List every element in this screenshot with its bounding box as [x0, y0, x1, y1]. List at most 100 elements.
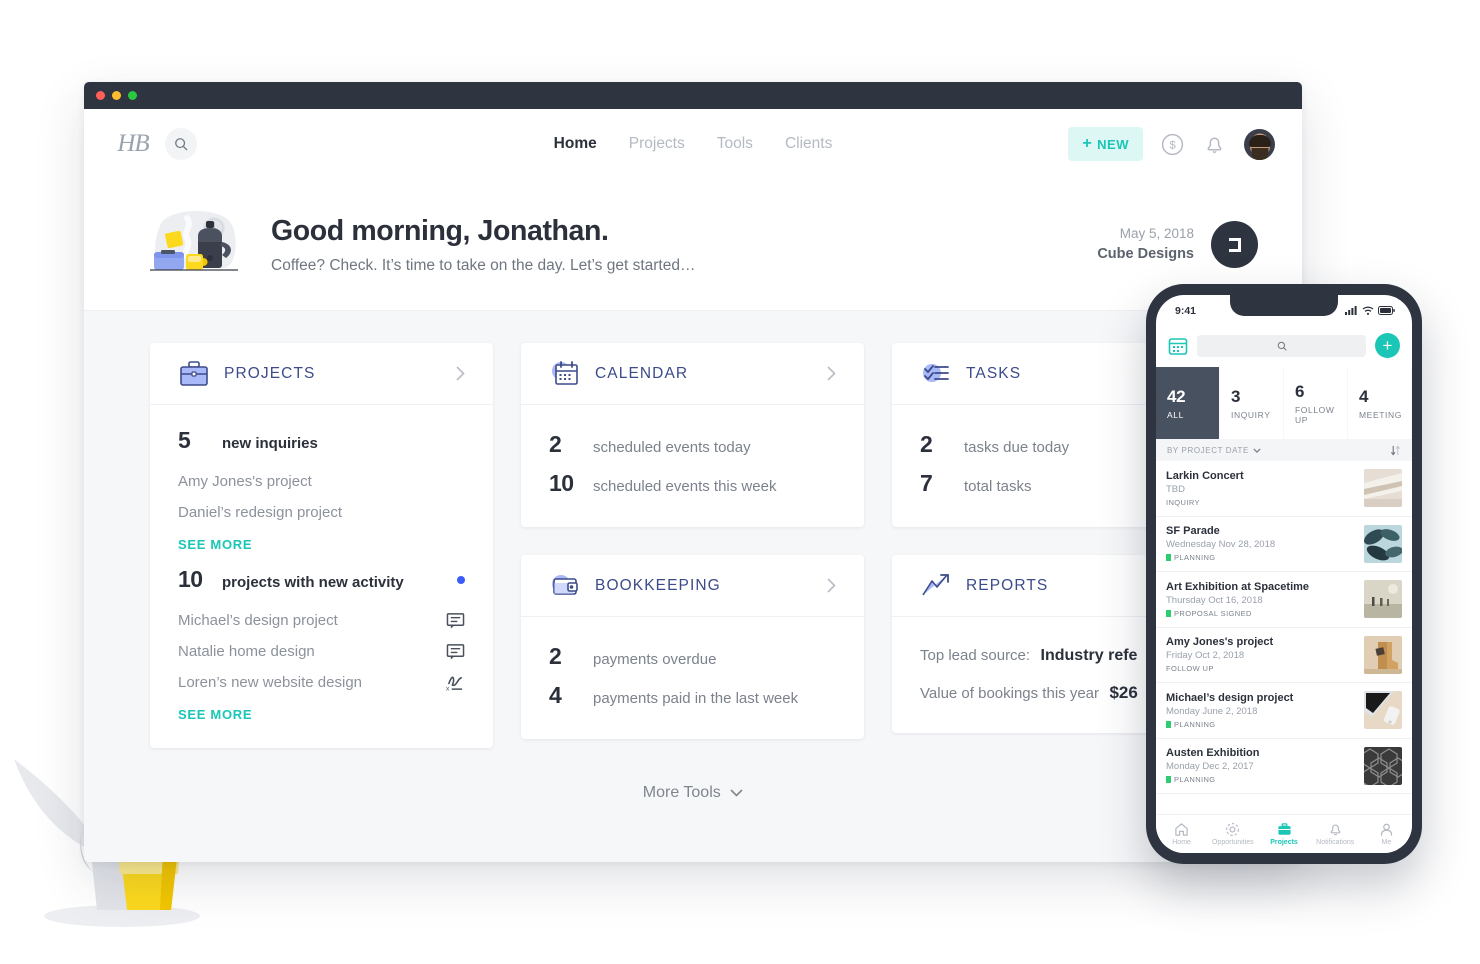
- status-flag-icon: [1166, 776, 1171, 784]
- see-more-inquiries[interactable]: SEE MORE: [178, 528, 465, 552]
- minimize-button[interactable]: [112, 91, 121, 100]
- nav-link-projects[interactable]: Projects: [629, 135, 685, 153]
- search-button[interactable]: [165, 128, 197, 160]
- status-flag-icon: [1166, 609, 1171, 617]
- filter-tab-inquiry[interactable]: 3 INQUIRY: [1220, 367, 1283, 439]
- status-time: 9:41: [1175, 304, 1197, 317]
- phone-sort-bar[interactable]: BY PROJECT DATE: [1156, 439, 1412, 461]
- comment-icon[interactable]: [446, 643, 465, 660]
- greeting-text: Good morning, Jonathan. Coffee? Check. I…: [271, 215, 695, 275]
- cube-designs-logo: [1228, 237, 1241, 252]
- chevron-right-icon[interactable]: [827, 578, 836, 593]
- project-thumbnail: [1364, 469, 1402, 508]
- card-projects-header[interactable]: PROJECTS: [150, 343, 493, 405]
- new-activity-label: projects with new activity: [222, 574, 404, 591]
- nav-link-home[interactable]: Home: [554, 135, 597, 153]
- project-thumbnail: [1364, 580, 1402, 619]
- list-item[interactable]: Amy Jones's project Friday Oct 2, 2018 F…: [1156, 628, 1412, 683]
- stat-events-today: 2 scheduled events today: [549, 431, 836, 458]
- list-item[interactable]: Loren’s new website design x: [178, 667, 465, 698]
- bookings-value: $26: [1109, 683, 1138, 702]
- company-logo-badge[interactable]: [1211, 221, 1258, 268]
- tab-me[interactable]: Me: [1361, 815, 1412, 853]
- phone-project-list[interactable]: Larkin Concert TBD INQUIRY SF Parade Wed…: [1156, 461, 1412, 814]
- tasks-due-count: 2: [920, 431, 933, 457]
- gallery-thumb: [1364, 580, 1402, 619]
- maximize-button[interactable]: [128, 91, 137, 100]
- signal-icon: [1345, 306, 1357, 315]
- phone-thumb: [1364, 691, 1402, 730]
- chart-arrow-icon: [922, 573, 949, 595]
- filter-tab-meeting[interactable]: 4 MEETING: [1348, 367, 1411, 439]
- project-name: Amy Jones's project: [1166, 636, 1274, 649]
- brand-logo[interactable]: HB: [111, 129, 155, 159]
- sort-label: BY PROJECT DATE: [1167, 445, 1249, 455]
- project-date: Monday June 2, 2018: [1166, 705, 1258, 717]
- filter-label: MEETING: [1359, 409, 1402, 420]
- calendar-icon[interactable]: [1168, 336, 1188, 356]
- project-status: INQUIRY: [1166, 497, 1200, 507]
- tab-notifications[interactable]: Notifications: [1310, 815, 1361, 853]
- project-status: FOLLOW UP: [1166, 664, 1214, 674]
- phone-mockup: 9:41 + 42 ALL 3 INQUIRY 6 FOLLOW UP 4 ME…: [1146, 284, 1422, 864]
- filter-tab-follow-up[interactable]: 6 FOLLOW UP: [1284, 367, 1347, 439]
- project-date: TBD: [1166, 483, 1185, 495]
- phone-notch: [1230, 295, 1338, 316]
- payments-overdue-label: payments overdue: [593, 651, 717, 668]
- phone-search-input[interactable]: [1197, 334, 1366, 357]
- new-activity-count: 10: [178, 566, 203, 592]
- new-button[interactable]: + NEW: [1068, 127, 1143, 161]
- see-more-activity[interactable]: SEE MORE: [178, 698, 465, 722]
- tasks-due-label: tasks due today: [964, 439, 1070, 456]
- chevron-right-icon[interactable]: [456, 366, 465, 381]
- tab-projects[interactable]: Projects: [1258, 815, 1309, 853]
- comment-icon[interactable]: [446, 612, 465, 629]
- list-item[interactable]: Amy Jones's project: [178, 466, 465, 497]
- events-today-label: scheduled events today: [593, 439, 751, 456]
- plus-icon: +: [1382, 336, 1393, 355]
- signature-icon[interactable]: x: [446, 674, 465, 691]
- project-date: Monday Dec 2, 2017: [1166, 761, 1254, 773]
- card-calendar-title: CALENDAR: [595, 364, 689, 382]
- filter-tab-all[interactable]: 42 ALL: [1156, 367, 1219, 439]
- more-tools-label: More Tools: [642, 784, 721, 801]
- sort-arrows-icon[interactable]: [1390, 444, 1401, 456]
- boots-thumb: [1364, 635, 1402, 674]
- list-item[interactable]: Michael’s design project: [178, 605, 465, 636]
- chevron-right-icon[interactable]: [827, 366, 836, 381]
- avatar[interactable]: [1244, 128, 1275, 160]
- coffee-breakfast-illustration: [150, 210, 238, 271]
- tab-home[interactable]: Home: [1156, 815, 1207, 853]
- tab-opportunities[interactable]: Opportunities: [1207, 815, 1258, 853]
- list-item[interactable]: Natalie home design: [178, 636, 465, 667]
- nav-link-tools[interactable]: Tools: [717, 135, 753, 153]
- list-item[interactable]: Larkin Concert TBD INQUIRY: [1156, 461, 1412, 517]
- project-date: Wednesday Nov 28, 2018: [1166, 539, 1276, 551]
- status-flag-icon: [1166, 720, 1171, 728]
- phone-add-button[interactable]: +: [1375, 333, 1400, 358]
- card-calendar-header[interactable]: CALENDAR: [521, 343, 864, 405]
- greeting-section: Good morning, Jonathan. Coffee? Check. I…: [84, 179, 1302, 311]
- nav-link-clients[interactable]: Clients: [785, 135, 832, 153]
- dollar-circle-icon[interactable]: $: [1160, 132, 1185, 157]
- total-tasks-label: total tasks: [964, 478, 1032, 495]
- list-item[interactable]: Austen Exhibition Monday Dec 2, 2017 PLA…: [1156, 739, 1412, 794]
- bell-icon[interactable]: [1202, 132, 1227, 157]
- home-icon: [1175, 823, 1188, 836]
- status-badge: PROPOSAL SIGNED: [1166, 609, 1358, 618]
- plant-thumb: [1364, 524, 1402, 563]
- more-tools-button[interactable]: More Tools: [84, 748, 1302, 802]
- card-bookkeeping-header[interactable]: BOOKKEEPING: [521, 555, 864, 617]
- project-name: Loren’s new website design: [178, 674, 363, 691]
- plus-icon: +: [1082, 135, 1093, 152]
- list-item[interactable]: Art Exhibition at Spacetime Thursday Oct…: [1156, 572, 1412, 628]
- close-button[interactable]: [96, 91, 105, 100]
- list-item[interactable]: Daniel’s redesign project: [178, 497, 465, 528]
- project-status: PLANNING: [1174, 775, 1216, 785]
- list-item[interactable]: Michael’s design project Monday June 2, …: [1156, 683, 1412, 739]
- list-item[interactable]: SF Parade Wednesday Nov 28, 2018 PLANNIN…: [1156, 517, 1412, 572]
- column-calendar-bookkeeping: CALENDAR 2 scheduled events today 10 sch…: [521, 343, 864, 739]
- window-titlebar: [84, 82, 1302, 109]
- tab-label: Projects: [1270, 839, 1298, 846]
- project-date: Thursday Oct 16, 2018: [1166, 594, 1263, 606]
